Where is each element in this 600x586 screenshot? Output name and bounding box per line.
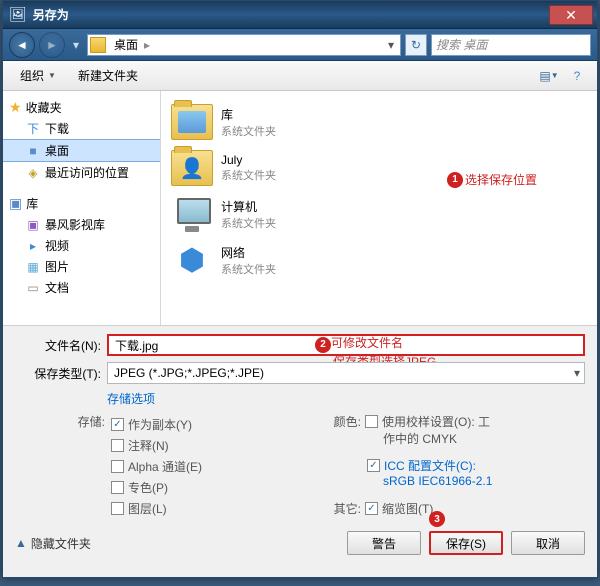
item-icon: ▣: [25, 218, 41, 232]
address-dropdown[interactable]: ▾: [384, 38, 398, 52]
sidebar-item[interactable]: ■桌面: [3, 139, 160, 162]
address-bar[interactable]: 桌面 ▸ ▾: [87, 34, 401, 56]
history-dropdown[interactable]: ▾: [69, 35, 83, 55]
save-button[interactable]: 保存(S): [429, 531, 503, 555]
list-item[interactable]: ⬢网络系统文件夹: [165, 237, 593, 283]
hide-folders-toggle[interactable]: ▲ 隐藏文件夹: [15, 535, 91, 552]
item-icon: ▸: [25, 239, 41, 253]
network-icon: ⬢: [171, 242, 213, 278]
save-form: 文件名(N): 下载.jpg 2可修改文件名 保存类型选择JPEG 保存类型(T…: [3, 325, 597, 563]
list-item[interactable]: 库系统文件夹: [165, 99, 593, 145]
annotation-1: 1选择保存位置: [447, 171, 537, 188]
library-folder-icon: [171, 104, 213, 140]
option-checkbox[interactable]: ✓: [111, 418, 124, 431]
item-icon: 下: [25, 122, 41, 136]
help-button[interactable]: ?: [565, 65, 589, 87]
library-icon: ▣: [9, 195, 22, 212]
sidebar-item[interactable]: ▸视频: [3, 235, 160, 256]
sidebar-item[interactable]: 下下载: [3, 118, 160, 139]
thumbnail-checkbox[interactable]: ✓: [365, 502, 378, 515]
list-item[interactable]: 计算机系统文件夹: [165, 191, 593, 237]
sidebar-favorites-header[interactable]: ★ 收藏夹: [3, 97, 160, 118]
icc-checkbox[interactable]: ✓: [367, 459, 380, 472]
toolbar: 组织▼ 新建文件夹 ▤▼ ?: [3, 61, 597, 91]
location-icon: [90, 37, 106, 53]
star-icon: ★: [9, 99, 22, 116]
view-button[interactable]: ▤▼: [537, 65, 561, 87]
sidebar-item[interactable]: ◈最近访问的位置: [3, 162, 160, 183]
sidebar-libraries-header[interactable]: ▣ 库: [3, 193, 160, 214]
item-icon: ◈: [25, 166, 41, 180]
forward-button[interactable]: ►: [39, 32, 65, 58]
storage-options-link[interactable]: 存储选项: [107, 390, 155, 407]
chevron-down-icon: ▾: [574, 366, 580, 380]
sidebar: ★ 收藏夹 下下载■桌面◈最近访问的位置 ▣ 库 ▣暴风影视库▸视频▦图片▭文档: [3, 91, 161, 325]
item-icon: ▭: [25, 281, 41, 295]
app-icon: 🖼: [9, 6, 27, 23]
filetype-select[interactable]: JPEG (*.JPG;*.JPEG;*.JPE) ▾: [107, 362, 585, 384]
option-checkbox[interactable]: [111, 481, 124, 494]
proof-checkbox[interactable]: [365, 415, 378, 428]
titlebar: 🖼 另存为 ✕: [3, 1, 597, 29]
save-as-dialog: 🖼 另存为 ✕ ◄ ► ▾ 桌面 ▸ ▾ ↻ 搜索 桌面 组织▼ 新建文件夹 ▤…: [2, 0, 598, 578]
item-icon: ■: [25, 144, 41, 158]
user-folder-icon: [171, 150, 213, 186]
window-title: 另存为: [33, 6, 549, 23]
organize-button[interactable]: 组织▼: [11, 63, 65, 88]
sidebar-item[interactable]: ▭文档: [3, 277, 160, 298]
option-checkbox[interactable]: [111, 439, 124, 452]
annotation-3: 3: [429, 511, 445, 528]
filename-label: 文件名(N):: [15, 337, 101, 354]
chevron-up-icon: ▲: [15, 536, 27, 550]
sidebar-item[interactable]: ▦图片: [3, 256, 160, 277]
new-folder-button[interactable]: 新建文件夹: [69, 63, 147, 88]
item-icon: ▦: [25, 260, 41, 274]
sidebar-item[interactable]: ▣暴风影视库: [3, 214, 160, 235]
computer-icon: [171, 196, 213, 232]
file-list[interactable]: 库系统文件夹July系统文件夹计算机系统文件夹⬢网络系统文件夹 1选择保存位置: [161, 91, 597, 325]
option-checkbox[interactable]: [111, 502, 124, 515]
refresh-button[interactable]: ↻: [405, 34, 427, 56]
icc-profile-link[interactable]: ICC 配置文件(C):: [384, 457, 476, 474]
back-button[interactable]: ◄: [9, 32, 35, 58]
file-browser: ★ 收藏夹 下下载■桌面◈最近访问的位置 ▣ 库 ▣暴风影视库▸视频▦图片▭文档…: [3, 91, 597, 325]
cancel-button[interactable]: 取消: [511, 531, 585, 555]
option-checkbox[interactable]: [111, 460, 124, 473]
breadcrumb-separator: ▸: [142, 38, 152, 52]
search-input[interactable]: 搜索 桌面: [431, 34, 591, 56]
nav-bar: ◄ ► ▾ 桌面 ▸ ▾ ↻ 搜索 桌面: [3, 29, 597, 61]
close-button[interactable]: ✕: [549, 5, 593, 25]
filetype-label: 保存类型(T):: [15, 365, 101, 382]
breadcrumb[interactable]: 桌面: [110, 36, 142, 53]
warning-button[interactable]: 警告: [347, 531, 421, 555]
